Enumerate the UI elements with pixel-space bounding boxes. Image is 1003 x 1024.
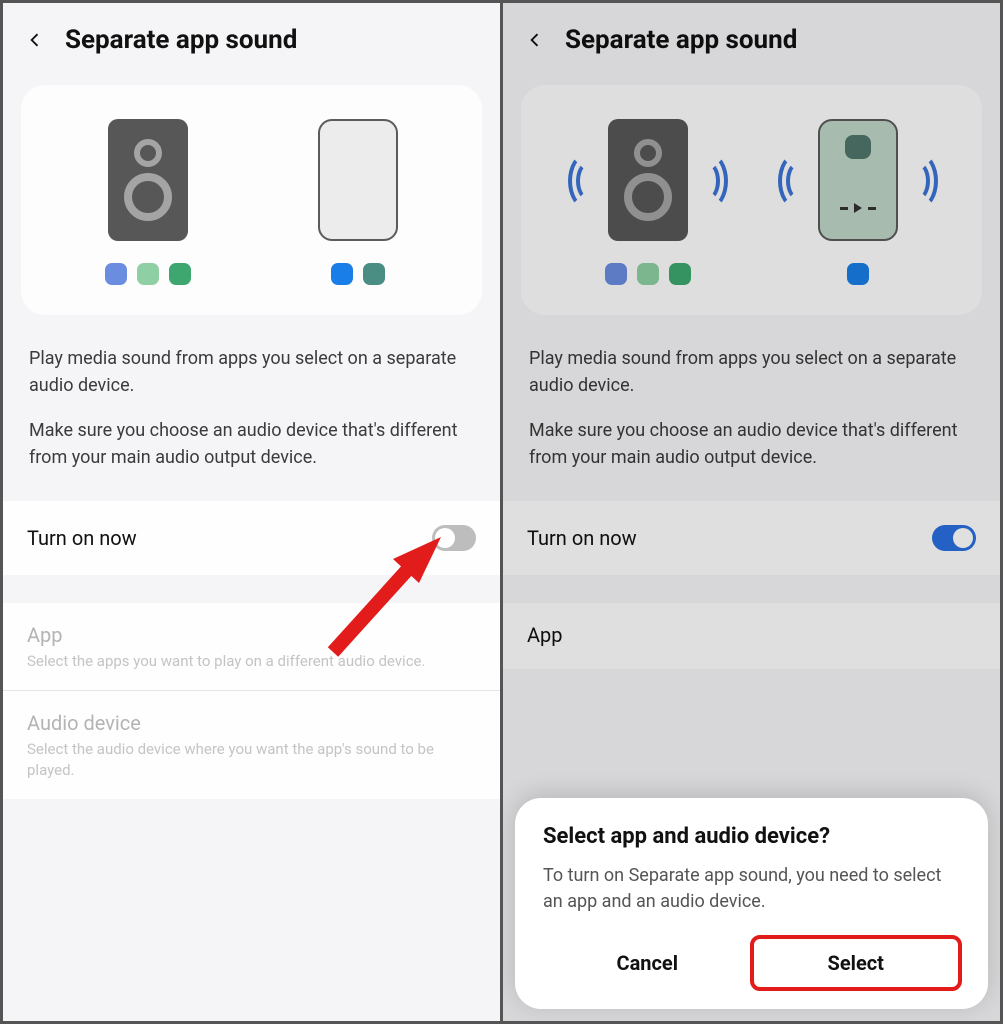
description-line-1: Play media sound from apps you select on… xyxy=(29,345,474,399)
app-dots-phone xyxy=(847,263,869,285)
illustration-card xyxy=(21,85,482,315)
turn-on-now-toggle[interactable] xyxy=(432,525,476,551)
setting-audio-device: Audio device Select the audio device whe… xyxy=(3,691,500,799)
speaker-illustration xyxy=(105,119,191,285)
toggle-label: Turn on now xyxy=(27,526,137,550)
phone-icon xyxy=(818,119,898,241)
speaker-illustration xyxy=(605,119,691,285)
page-title: Separate app sound xyxy=(565,25,797,55)
back-button[interactable] xyxy=(25,30,45,50)
app-dots-speaker xyxy=(105,263,191,285)
select-button[interactable]: Select xyxy=(752,937,961,989)
turn-on-now-row[interactable]: Turn on now xyxy=(3,501,500,575)
panel-left: Separate app sound Play media sound from… xyxy=(3,3,500,1021)
speaker-icon xyxy=(108,119,188,241)
setting-app[interactable]: App xyxy=(503,603,1000,669)
settings-list: App Select the apps you want to play on … xyxy=(3,603,500,799)
settings-list: App xyxy=(503,603,1000,669)
select-app-dialog: Select app and audio device? To turn on … xyxy=(515,798,988,1009)
panel-right: Separate app sound xyxy=(503,3,1000,1021)
speaker-icon xyxy=(608,119,688,241)
turn-on-now-toggle[interactable] xyxy=(932,525,976,551)
app-dots-speaker xyxy=(605,263,691,285)
cancel-button[interactable]: Cancel xyxy=(543,937,752,989)
turn-on-now-row[interactable]: Turn on now xyxy=(503,501,1000,575)
phone-icon xyxy=(318,119,398,241)
description-line-2: Make sure you choose an audio device tha… xyxy=(529,417,974,471)
illustration-card xyxy=(521,85,982,315)
header: Separate app sound xyxy=(503,3,1000,73)
page-title: Separate app sound xyxy=(65,25,297,55)
description-line-2: Make sure you choose an audio device tha… xyxy=(29,417,474,471)
setting-app: App Select the apps you want to play on … xyxy=(3,603,500,691)
phone-illustration xyxy=(318,119,398,285)
description-line-1: Play media sound from apps you select on… xyxy=(529,345,974,399)
header: Separate app sound xyxy=(3,3,500,73)
description-block: Play media sound from apps you select on… xyxy=(3,319,500,483)
back-button[interactable] xyxy=(525,30,545,50)
phone-illustration xyxy=(818,119,898,285)
dialog-actions: Cancel Select xyxy=(543,937,960,989)
toggle-label: Turn on now xyxy=(527,526,637,550)
dialog-title: Select app and audio device? xyxy=(543,824,960,849)
app-dots-phone xyxy=(331,263,385,285)
dialog-body: To turn on Separate app sound, you need … xyxy=(543,863,960,915)
description-block: Play media sound from apps you select on… xyxy=(503,319,1000,483)
